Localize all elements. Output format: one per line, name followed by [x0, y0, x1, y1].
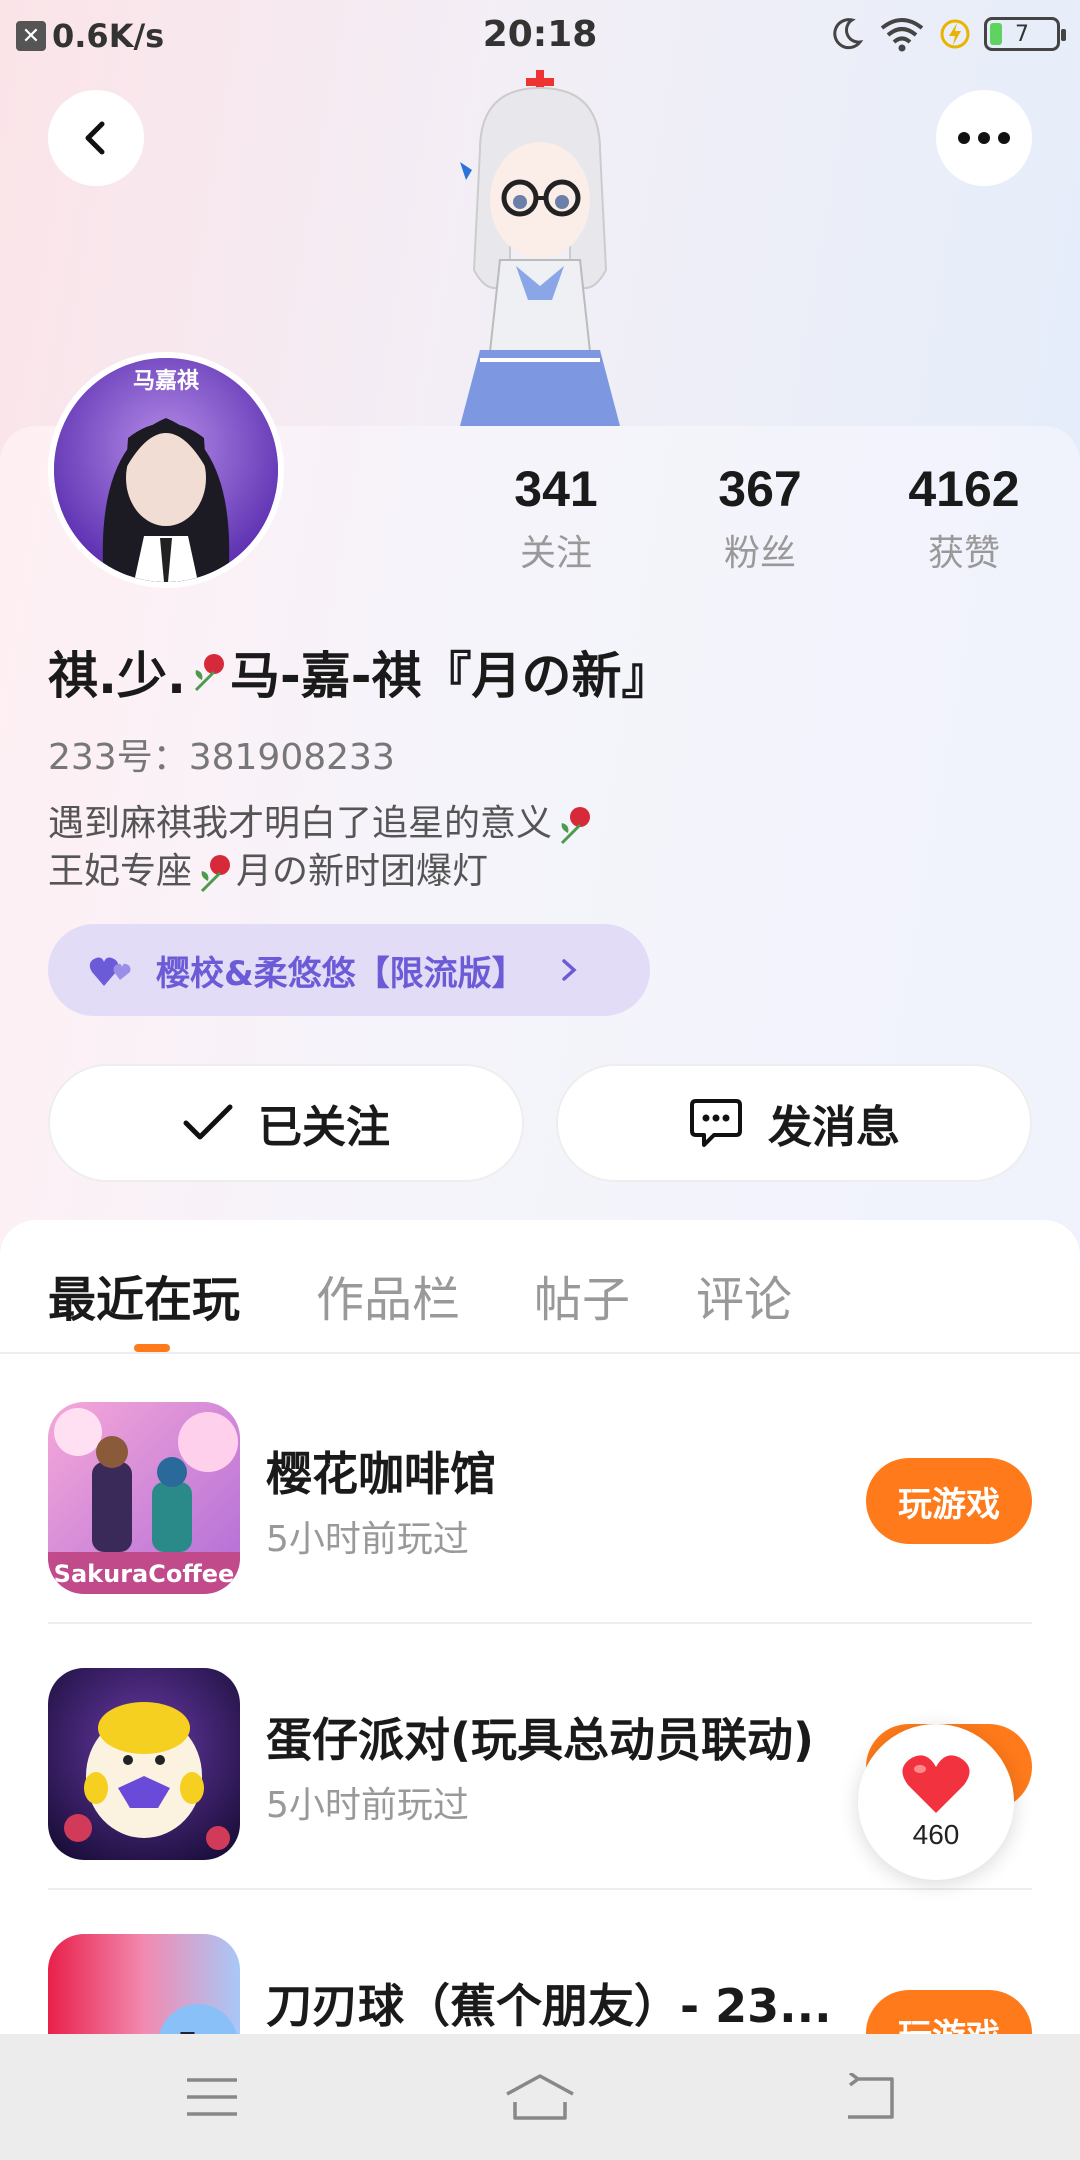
nickname-part2: 马-嘉-祺『月の新』	[230, 647, 672, 705]
tab-posts[interactable]: 帖子	[534, 1260, 630, 1330]
stat-following-label: 关注	[519, 533, 592, 574]
rose-icon	[200, 855, 231, 893]
send-message-button[interactable]: 发消息	[556, 1064, 1032, 1182]
send-message-label: 发消息	[768, 1102, 900, 1153]
status-left: ✕ 0.6K/s	[16, 17, 164, 55]
back-icon	[848, 2073, 894, 2119]
game-title: 蛋仔派对(玩具总动员联动)	[266, 1713, 815, 1767]
more-button[interactable]	[936, 90, 1032, 186]
more-dots-icon	[958, 132, 1010, 144]
system-nav-bar	[0, 2034, 1080, 2160]
bio-line1-text: 遇到麻祺我才明白了追星的意义	[48, 803, 553, 844]
stat-followers-value: 367	[718, 461, 802, 517]
notification-x-icon: ✕	[16, 21, 46, 51]
menu-icon	[187, 2078, 237, 2116]
status-right: 7	[828, 16, 1066, 52]
charging-icon	[940, 19, 970, 49]
tab-comments[interactable]: 评论	[696, 1260, 792, 1330]
chat-bubble-icon	[690, 1099, 742, 1147]
stat-likes-label: 获赞	[927, 533, 1000, 574]
avatar-text: 马嘉祺	[133, 368, 199, 394]
back-button[interactable]	[48, 90, 144, 186]
moon-icon	[833, 18, 864, 50]
profile-tabs: 最近在玩 作品栏 帖子 评论	[0, 1240, 1080, 1354]
heart-icon	[902, 1755, 970, 1813]
stat-followers-label: 粉丝	[723, 533, 796, 574]
bio-line2-b: 月の新时团爆灯	[236, 851, 489, 892]
battery-icon: 7	[984, 17, 1066, 51]
stat-following[interactable]: 341 关注	[456, 460, 656, 576]
rose-icon	[194, 654, 224, 692]
game-icon-sakura-coffee: SakuraCoffee	[48, 1402, 240, 1594]
followed-label: 已关注	[258, 1102, 390, 1153]
wifi-icon	[880, 18, 924, 52]
game-icon-eggy-party	[48, 1668, 240, 1860]
hearts-icon	[89, 957, 131, 986]
nickname-part1: 祺.少.	[48, 647, 186, 705]
followed-button[interactable]: 已关注	[48, 1064, 524, 1182]
game-item-sakura-coffee[interactable]: SakuraCoffee 樱花咖啡馆 5小时前玩过 玩游戏	[48, 1358, 1032, 1624]
nav-back-button[interactable]	[830, 2064, 910, 2130]
nav-home-button[interactable]	[500, 2064, 580, 2130]
active-tab-indicator	[134, 1344, 170, 1352]
back-arrow-icon	[85, 121, 105, 155]
game-title: 樱花咖啡馆	[266, 1447, 496, 1501]
game-title: 刀刃球（蕉个朋友）- 23...	[266, 1979, 832, 2033]
game-last-played: 5小时前玩过	[266, 1519, 469, 1560]
avatar-character[interactable]	[420, 70, 660, 426]
like-float-button[interactable]: 460	[858, 1724, 1014, 1880]
game-last-played: 5小时前玩过	[266, 1785, 469, 1826]
nav-menu-button[interactable]	[172, 2064, 252, 2130]
stat-likes-value: 4162	[908, 461, 1020, 517]
like-count: 460	[912, 1819, 960, 1850]
tab-works[interactable]: 作品栏	[316, 1260, 460, 1330]
stat-likes[interactable]: 4162 获赞	[864, 460, 1064, 576]
rose-icon	[560, 807, 591, 845]
bio-line2: 王妃专座 月の新时团爆灯	[48, 848, 596, 896]
stat-followers[interactable]: 367 粉丝	[660, 460, 860, 576]
nickname: 祺.少. 马-嘉-祺『月の新』	[48, 636, 672, 708]
bio: 遇到麻祺我才明白了追星的意义 王妃专座 月の新时团爆灯	[48, 800, 596, 896]
battery-level: 7	[1015, 21, 1029, 47]
bio-line1: 遇到麻祺我才明白了追星的意义	[48, 800, 596, 848]
net-speed: 0.6K/s	[52, 17, 165, 55]
profile-stats: 341 关注 367 粉丝 4162 获赞	[0, 460, 1080, 590]
bio-line2-a: 王妃专座	[48, 851, 193, 892]
check-icon	[183, 1104, 233, 1140]
user-id: 233号：381908233	[48, 737, 395, 778]
character-illustration	[460, 70, 620, 426]
tab-recently-played[interactable]: 最近在玩	[48, 1260, 240, 1330]
chevron-right-icon	[561, 959, 577, 981]
play-game-button[interactable]: 玩游戏	[866, 1458, 1032, 1544]
group-tag-pill[interactable]: 樱校&柔悠悠【限流版】	[48, 924, 650, 1016]
stat-following-value: 341	[514, 461, 598, 517]
game-icon-text: SakuraCoffee	[54, 1560, 235, 1588]
home-icon	[506, 2074, 574, 2120]
group-tag-label: 樱校&柔悠悠【限流版】	[156, 953, 526, 994]
